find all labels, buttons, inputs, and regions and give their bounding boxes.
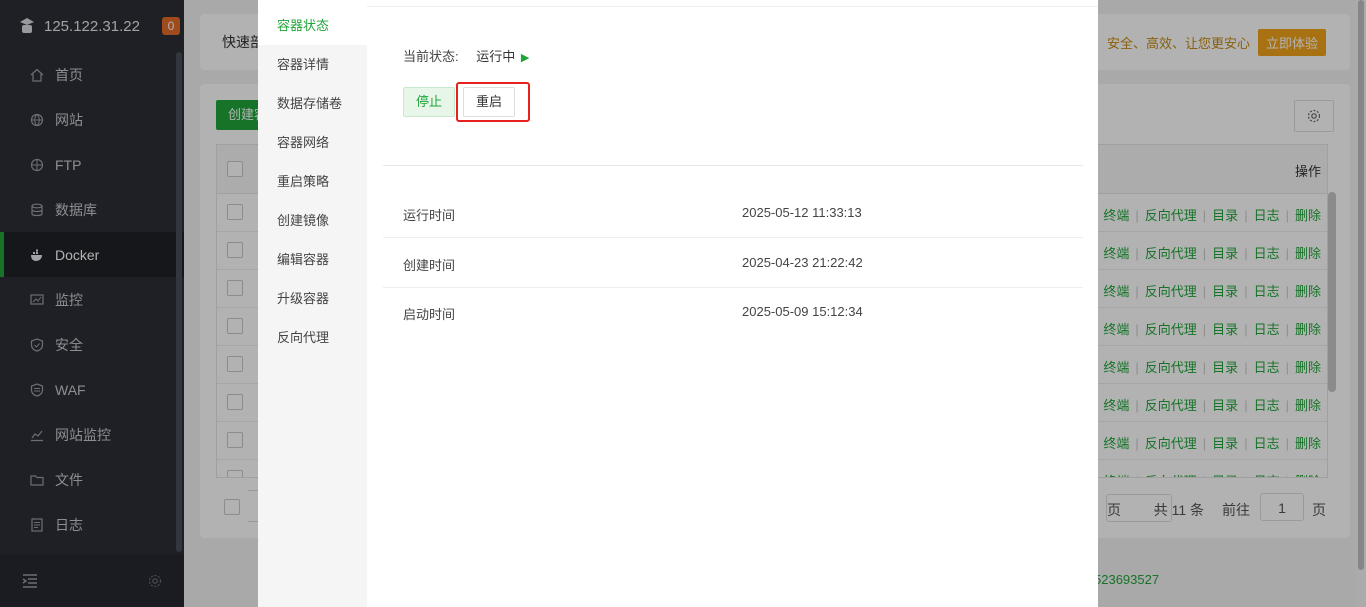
- container-detail-modal: 容器状态 容器详情 数据存储卷 容器网络 重启策略 创建镜像 编辑容器 升级容器…: [258, 0, 1098, 607]
- info-row-started: 启动时间 2025-05-09 15:12:34: [383, 287, 1083, 336]
- tab-restart-policy[interactable]: 重启策略: [258, 162, 367, 201]
- tab-container-details[interactable]: 容器详情: [258, 45, 367, 84]
- tab-create-image[interactable]: 创建镜像: [258, 201, 367, 240]
- info-value: 2025-04-23 21:22:42: [742, 255, 863, 270]
- status-value: 运行中: [476, 49, 516, 64]
- tab-network[interactable]: 容器网络: [258, 123, 367, 162]
- modal-content: 当前状态: 运行中 ▶ 停止 重启 运行时间 2025-05-12 11:33:…: [367, 6, 1098, 607]
- info-value: 2025-05-09 15:12:34: [742, 304, 863, 319]
- tab-reverse-proxy[interactable]: 反向代理: [258, 318, 367, 357]
- tab-edit-container[interactable]: 编辑容器: [258, 240, 367, 279]
- stop-button[interactable]: 停止: [403, 87, 455, 117]
- info-row-uptime: 运行时间 2025-05-12 11:33:13: [383, 188, 1083, 238]
- divider: [383, 165, 1083, 166]
- tab-volumes[interactable]: 数据存储卷: [258, 84, 367, 123]
- info-row-created: 创建时间 2025-04-23 21:22:42: [383, 238, 1083, 288]
- play-icon: ▶: [520, 52, 530, 64]
- modal-nav: 容器状态 容器详情 数据存储卷 容器网络 重启策略 创建镜像 编辑容器 升级容器…: [258, 6, 367, 607]
- info-value: 2025-05-12 11:33:13: [742, 205, 862, 220]
- info-key: 创建时间: [403, 258, 456, 273]
- info-key: 运行时间: [403, 208, 456, 223]
- info-key: 启动时间: [403, 307, 456, 322]
- tab-container-status[interactable]: 容器状态: [258, 6, 367, 45]
- tab-upgrade-container[interactable]: 升级容器: [258, 279, 367, 318]
- status-line: 当前状态: 运行中 ▶: [403, 46, 529, 65]
- status-label: 当前状态:: [403, 49, 459, 64]
- restart-highlight-box: [456, 82, 530, 122]
